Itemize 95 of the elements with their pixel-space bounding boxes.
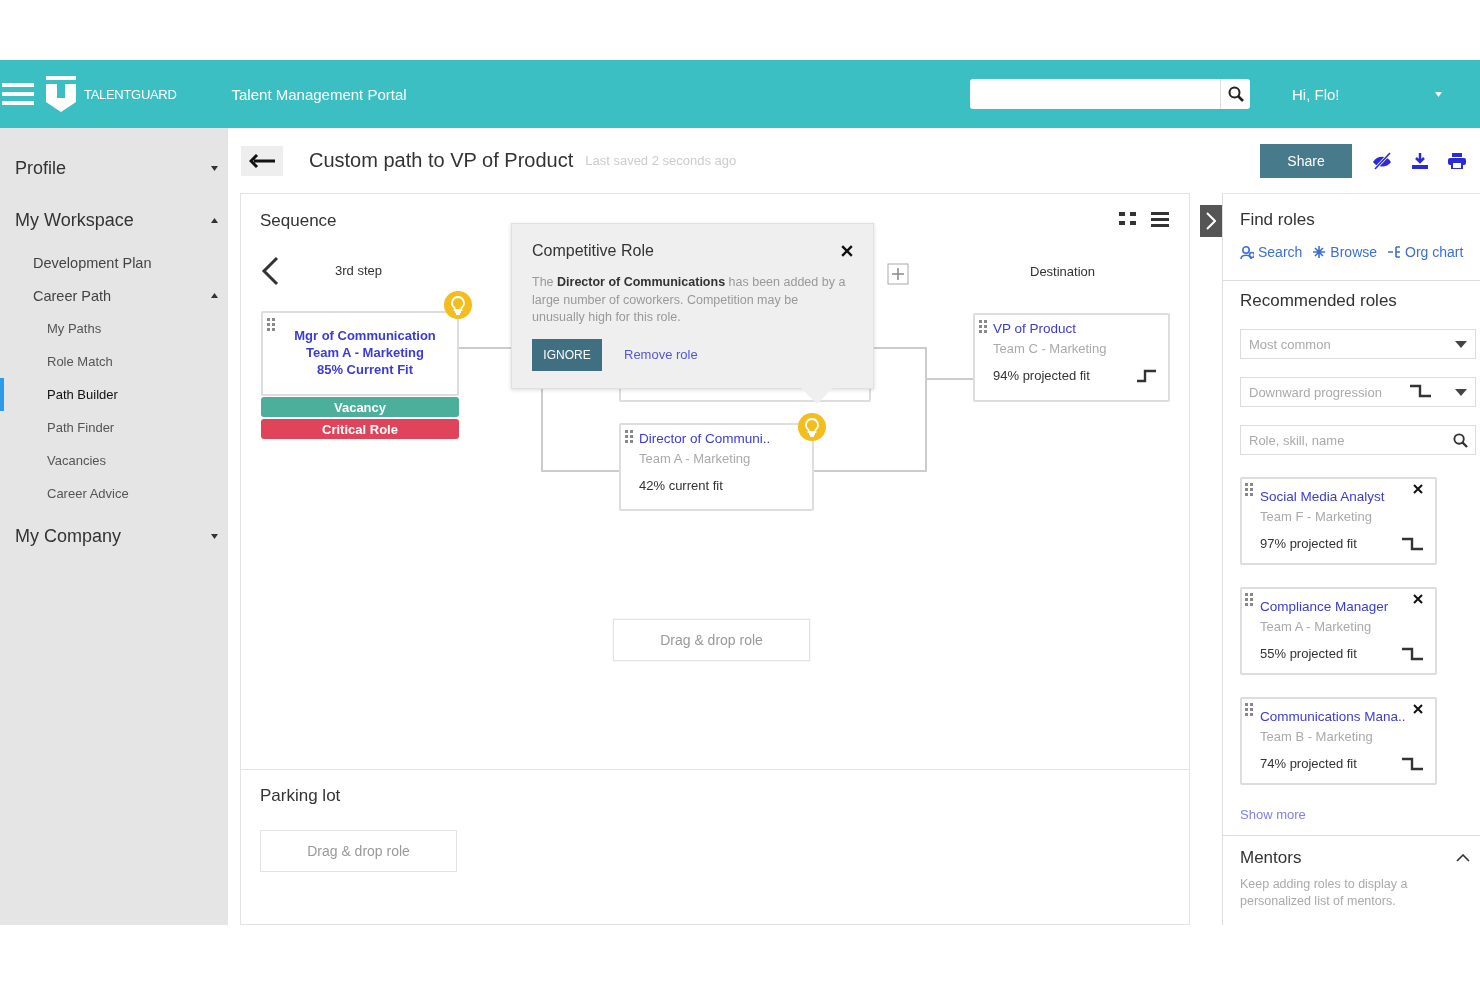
- printer-icon[interactable]: [1448, 152, 1466, 169]
- role-fit: 94% projected fit: [993, 368, 1090, 383]
- search-icon[interactable]: [1453, 433, 1468, 448]
- nav-item[interactable]: Path Finder: [0, 411, 228, 444]
- role-fit: 85% Current Fit: [315, 361, 415, 378]
- mentors-hint: Keep adding roles to display a personalized list of mentors.: [1240, 876, 1409, 910]
- connector-line: [458, 347, 512, 349]
- status-tag: Critical Role: [261, 419, 459, 439]
- drag-handle-icon[interactable]: [1245, 703, 1254, 717]
- panel-title: Find roles: [1240, 210, 1316, 230]
- find-link[interactable]: Search: [1240, 244, 1303, 260]
- caret-icon: [211, 533, 218, 539]
- nav-item[interactable]: Profile: [0, 142, 228, 194]
- nav-item[interactable]: Career Advice: [0, 477, 228, 510]
- caret-icon: [211, 293, 218, 298]
- drag-handle-icon[interactable]: [625, 430, 634, 444]
- drag-handle-icon[interactable]: [1245, 593, 1254, 607]
- role-card[interactable]: Communications Mana.. Team B - Marketing 74% projected fit: [1240, 697, 1437, 785]
- role-team: Team A - Marketing: [639, 451, 752, 466]
- panel-title: Mentors: [1240, 848, 1302, 868]
- role-team: Team F - Marketing: [1260, 509, 1373, 524]
- nav-item[interactable]: Vacancies: [0, 444, 228, 477]
- role-title[interactable]: Director of Communi..: [639, 431, 771, 446]
- drag-handle-icon[interactable]: [979, 320, 988, 334]
- role-fit: 74% projected fit: [1260, 756, 1357, 771]
- page-title: Custom path to VP of Product: [309, 149, 574, 172]
- dropdown-arrow-icon: [1455, 340, 1467, 348]
- eye-slash-icon[interactable]: [1372, 151, 1392, 170]
- role-fit: 55% projected fit: [1260, 646, 1357, 661]
- step-label: Destination: [1030, 264, 1096, 279]
- collapse-tab[interactable]: [1200, 205, 1222, 237]
- nav-item[interactable]: Development Plan: [0, 246, 228, 279]
- drag-handle-icon[interactable]: [267, 318, 276, 332]
- caret-icon: [1435, 91, 1442, 97]
- shield-logo-icon: [46, 76, 76, 112]
- panel-title: Recommended roles: [1240, 291, 1398, 311]
- role-fit: 97% projected fit: [1260, 536, 1357, 551]
- search-button[interactable]: [1220, 79, 1250, 109]
- role-team: Team A - Marketing: [305, 344, 425, 361]
- arrow-left-icon: [249, 153, 275, 168]
- role-card[interactable]: Mgr of Communication Team A - Marketing 85% Current Fit: [261, 311, 459, 396]
- panel-title: Sequence: [260, 211, 337, 231]
- list-view-icon[interactable]: [1151, 212, 1169, 227]
- caret-icon: [211, 165, 218, 171]
- close-icon[interactable]: [1413, 704, 1423, 714]
- portal-title: Talent Management Portal: [231, 85, 407, 103]
- popover-text: The Director of Communications has been added by a large number of coworkers. Competition may be unusually high for this role.: [532, 274, 847, 326]
- nav-item[interactable]: Career Path: [0, 279, 228, 312]
- role-team: Team B - Marketing: [1260, 729, 1374, 744]
- find-link[interactable]: Org chart: [1387, 244, 1464, 260]
- role-fit: 42% current fit: [639, 478, 723, 493]
- search-icon[interactable]: [1227, 86, 1244, 102]
- close-icon[interactable]: [841, 245, 853, 257]
- nav-item[interactable]: My Paths: [0, 312, 228, 345]
- role-card[interactable]: VP of Product Team C - Marketing 94% projected fit: [973, 313, 1170, 402]
- share-button[interactable]: Share: [1260, 143, 1352, 178]
- chevron-icon[interactable]: [1456, 854, 1470, 862]
- drag-handle-icon[interactable]: [1245, 483, 1254, 497]
- nav-item[interactable]: My Workspace: [0, 194, 228, 246]
- role-title[interactable]: Compliance Manager: [1260, 599, 1389, 614]
- close-icon[interactable]: [1413, 594, 1423, 604]
- popover-title: Competitive Role: [532, 242, 654, 260]
- chevron-right-icon: [1206, 212, 1216, 230]
- link-icon: [1312, 244, 1327, 260]
- role-team: Team A - Marketing: [1260, 619, 1373, 634]
- brand-name: TALENTGUARD: [84, 86, 177, 102]
- role-title[interactable]: Mgr of Communication: [281, 327, 449, 344]
- remove-role-link[interactable]: Remove role: [624, 347, 698, 362]
- nav-item[interactable]: Role Match: [0, 345, 228, 378]
- role-search-field[interactable]: Role, skill, name: [1240, 425, 1476, 455]
- role-card[interactable]: Director of Communi.. Team A - Marketing 42% current fit: [619, 423, 814, 511]
- ignore-button[interactable]: IGNORE: [532, 338, 602, 371]
- show-more-link[interactable]: Show more: [1240, 807, 1306, 822]
- find-link[interactable]: Browse: [1312, 244, 1378, 260]
- chevron-left-icon[interactable]: [261, 256, 279, 286]
- grid-view-icon[interactable]: [1119, 212, 1137, 226]
- download-icon[interactable]: [1412, 152, 1428, 169]
- link-icon: [1240, 244, 1254, 260]
- caret-icon: [211, 217, 218, 223]
- role-title[interactable]: Social Media Analyst: [1260, 489, 1385, 504]
- nav-item[interactable]: My Company: [0, 510, 228, 562]
- role-title[interactable]: Communications Mana..: [1260, 709, 1406, 724]
- role-title[interactable]: VP of Product: [993, 321, 1077, 336]
- role-card[interactable]: Social Media Analyst Team F - Marketing 97% projected fit: [1240, 477, 1437, 565]
- link-icon: [1387, 244, 1402, 260]
- role-card[interactable]: Compliance Manager Team A - Marketing 55% projected fit: [1240, 587, 1437, 675]
- back-button[interactable]: [241, 145, 283, 176]
- close-icon[interactable]: [1413, 484, 1423, 494]
- status-tag: Vacancy: [261, 397, 459, 417]
- role-team: Team C - Marketing: [993, 341, 1108, 356]
- dropdown-arrow-icon: [1455, 388, 1467, 396]
- search-field[interactable]: [970, 79, 1220, 109]
- panel-title: Parking lot: [260, 786, 342, 806]
- nav-item[interactable]: Path Builder: [0, 378, 228, 411]
- step-label: 3rd step: [335, 263, 382, 278]
